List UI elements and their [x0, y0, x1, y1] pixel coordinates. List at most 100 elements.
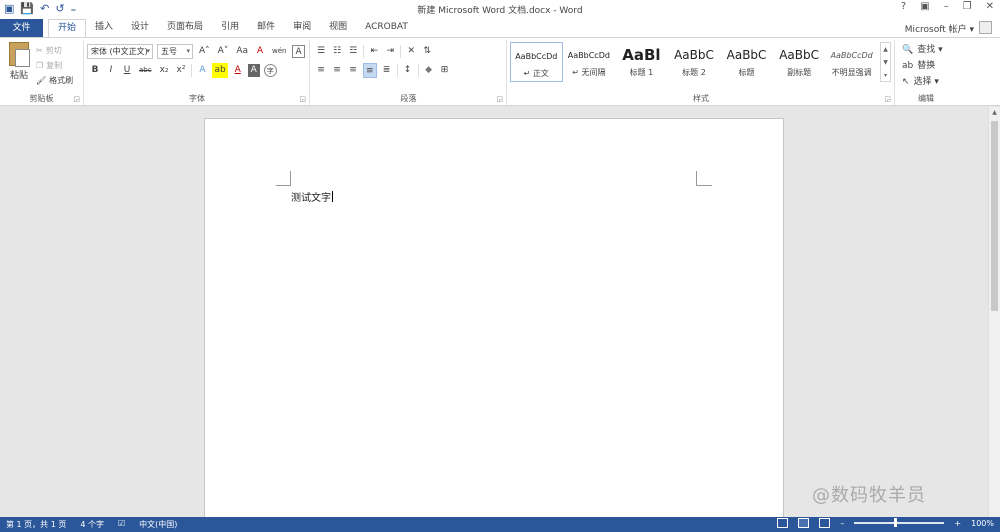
style-name: 副标题 [787, 68, 812, 77]
paragraph-launcher-icon[interactable]: ◲ [496, 95, 503, 103]
clear-format-button[interactable]: A [254, 44, 266, 59]
font-color-button[interactable]: A [232, 63, 244, 78]
numbering-button[interactable]: ☷ [331, 44, 343, 59]
minimize-button[interactable]: – [944, 1, 949, 12]
document-body-text[interactable]: 测试文字 [291, 189, 333, 204]
avatar[interactable] [979, 21, 992, 34]
scroll-up-icon[interactable]: ▲ [989, 107, 1000, 119]
style-name: 标题 [738, 68, 755, 77]
justify-button[interactable]: ≡ [363, 63, 377, 78]
shrink-font-button[interactable]: A˅ [216, 44, 231, 59]
highlight-button[interactable]: ab [212, 63, 228, 78]
format-painter-button[interactable]: 🖌 格式刷 [36, 73, 73, 88]
font-launcher-icon[interactable]: ◲ [299, 95, 306, 103]
status-right: – + 100% [777, 518, 994, 528]
align-right-button[interactable]: ≡ [347, 63, 359, 78]
scroll-thumb[interactable] [991, 121, 998, 311]
subscript-button[interactable]: x₂ [158, 63, 171, 78]
status-bar: 第 1 页，共 1 页 4 个字 ☑ 中文(中国) – + 100% [0, 517, 1000, 532]
paragraph-group: ☰ ☷ ☲ ⇤ ⇥ ✕ ⇅ ≡ ≡ ≡ ≡ ≣ ↕ ◆ ⊞ 段落 ◲ [311, 40, 507, 105]
proofing-icon[interactable]: ☑ [118, 519, 125, 530]
window-controls: ? ▣ – ❐ ✕ [901, 1, 994, 12]
zoom-slider[interactable] [854, 518, 945, 527]
borders-button[interactable]: ⊞ [439, 63, 451, 78]
language-indicator[interactable]: 中文(中国) [139, 519, 177, 530]
read-mode-icon[interactable] [777, 518, 789, 528]
style-heading-2[interactable]: AaBbC 标题 2 [668, 42, 721, 82]
margin-corner-top-right [696, 171, 712, 186]
underline-button[interactable]: U [121, 63, 133, 78]
decrease-indent-button[interactable]: ⇤ [368, 44, 380, 59]
help-icon[interactable]: ? [901, 1, 906, 12]
tab-acrobat[interactable]: ACROBAT [356, 19, 417, 37]
sort-button[interactable]: ⇅ [421, 44, 433, 59]
tab-mailings[interactable]: 邮件 [248, 19, 284, 37]
editing-group-label: 编辑 [918, 94, 934, 103]
tab-home[interactable]: 开始 [48, 19, 87, 37]
text-effect-button[interactable]: A [196, 63, 208, 78]
paste-button[interactable]: 粘贴 [6, 42, 32, 81]
styles-gallery-scroll[interactable]: ▲ ▼ ▾ [880, 42, 891, 82]
multilevel-list-button[interactable]: ☲ [347, 44, 359, 59]
center-button[interactable]: ≡ [331, 63, 343, 78]
ribbon-display-icon[interactable]: ▣ [920, 1, 929, 12]
tab-page-layout[interactable]: 页面布局 [158, 19, 212, 37]
increase-indent-button[interactable]: ⇥ [384, 44, 396, 59]
bullets-button[interactable]: ☰ [315, 44, 327, 59]
web-layout-icon[interactable] [819, 518, 831, 528]
page-count[interactable]: 第 1 页，共 1 页 [6, 519, 66, 530]
styles-launcher-icon[interactable]: ◲ [884, 95, 891, 103]
print-layout-icon[interactable] [798, 518, 810, 528]
style-no-spacing[interactable]: AaBbCcDd ↵ 无间隔 [563, 42, 616, 82]
change-case-button[interactable]: Aa [234, 44, 250, 59]
tab-file[interactable]: 文件 [0, 19, 43, 37]
separator [396, 64, 398, 77]
account-menu[interactable]: Microsoft 帐户 ▾ [905, 22, 974, 35]
restore-button[interactable]: ❐ [963, 1, 972, 12]
char-border-button[interactable]: A [292, 45, 305, 58]
font-name-combo[interactable]: 宋体 (中文正文) ▾ [87, 44, 153, 59]
strikethrough-button[interactable]: abc [137, 63, 154, 78]
style-title[interactable]: AaBbC 标题 [720, 42, 773, 82]
tab-insert[interactable]: 插入 [86, 19, 122, 37]
select-button[interactable]: ↖ 选择 ▾ [902, 74, 943, 90]
style-subtle-emphasis[interactable]: AaBbCcDd 不明显强调 [825, 42, 878, 82]
style-normal[interactable]: AaBbCcDd ↵ 正文 [510, 42, 563, 82]
font-size-combo[interactable]: 五号 ▾ [157, 44, 193, 59]
shading-button[interactable]: ◆ [423, 63, 435, 78]
style-subtitle[interactable]: AaBbC 副标题 [773, 42, 826, 82]
line-spacing-button[interactable]: ↕ [402, 63, 414, 78]
find-button[interactable]: 🔍 查找 ▾ [902, 42, 943, 58]
chinese-layout-button[interactable]: ✕ [405, 44, 417, 59]
font-size-value: 五号 [161, 47, 177, 56]
phonetic-guide-button[interactable]: wén [270, 44, 288, 59]
enclose-char-button[interactable]: 字 [263, 64, 277, 77]
zoom-out-button[interactable]: – [840, 519, 844, 528]
cut-button[interactable]: ✂ 剪切 [36, 43, 73, 58]
tab-references[interactable]: 引用 [212, 19, 248, 37]
scissors-icon: ✂ [36, 46, 43, 55]
word-count[interactable]: 4 个字 [80, 519, 104, 530]
copy-label: 复制 [46, 61, 63, 70]
char-shading-button[interactable]: A [247, 64, 260, 77]
tab-design[interactable]: 设计 [122, 19, 158, 37]
bold-button[interactable]: B [89, 63, 101, 78]
clipboard-launcher-icon[interactable]: ◲ [73, 95, 80, 103]
style-heading-1[interactable]: AaBl 标题 1 [615, 42, 668, 82]
style-sample: AaBbC [779, 48, 819, 62]
tab-view[interactable]: 视图 [320, 19, 356, 37]
zoom-in-button[interactable]: + [954, 519, 961, 528]
italic-button[interactable]: I [105, 63, 117, 78]
document-text: 测试文字 [291, 193, 331, 204]
superscript-button[interactable]: x² [175, 63, 188, 78]
grow-font-button[interactable]: A˄ [197, 44, 212, 59]
close-button[interactable]: ✕ [986, 1, 994, 12]
align-left-button[interactable]: ≡ [315, 63, 327, 78]
font-row-2: B I U abc x₂ x² A ab A A 字 [89, 62, 277, 79]
replace-button[interactable]: ab 替换 [902, 58, 943, 74]
zoom-level[interactable]: 100% [971, 519, 994, 528]
vertical-scrollbar[interactable]: ▲ [988, 107, 1000, 517]
tab-review[interactable]: 审阅 [284, 19, 320, 37]
distributed-button[interactable]: ≣ [381, 63, 393, 78]
copy-button[interactable]: ❐ 复制 [36, 58, 73, 73]
